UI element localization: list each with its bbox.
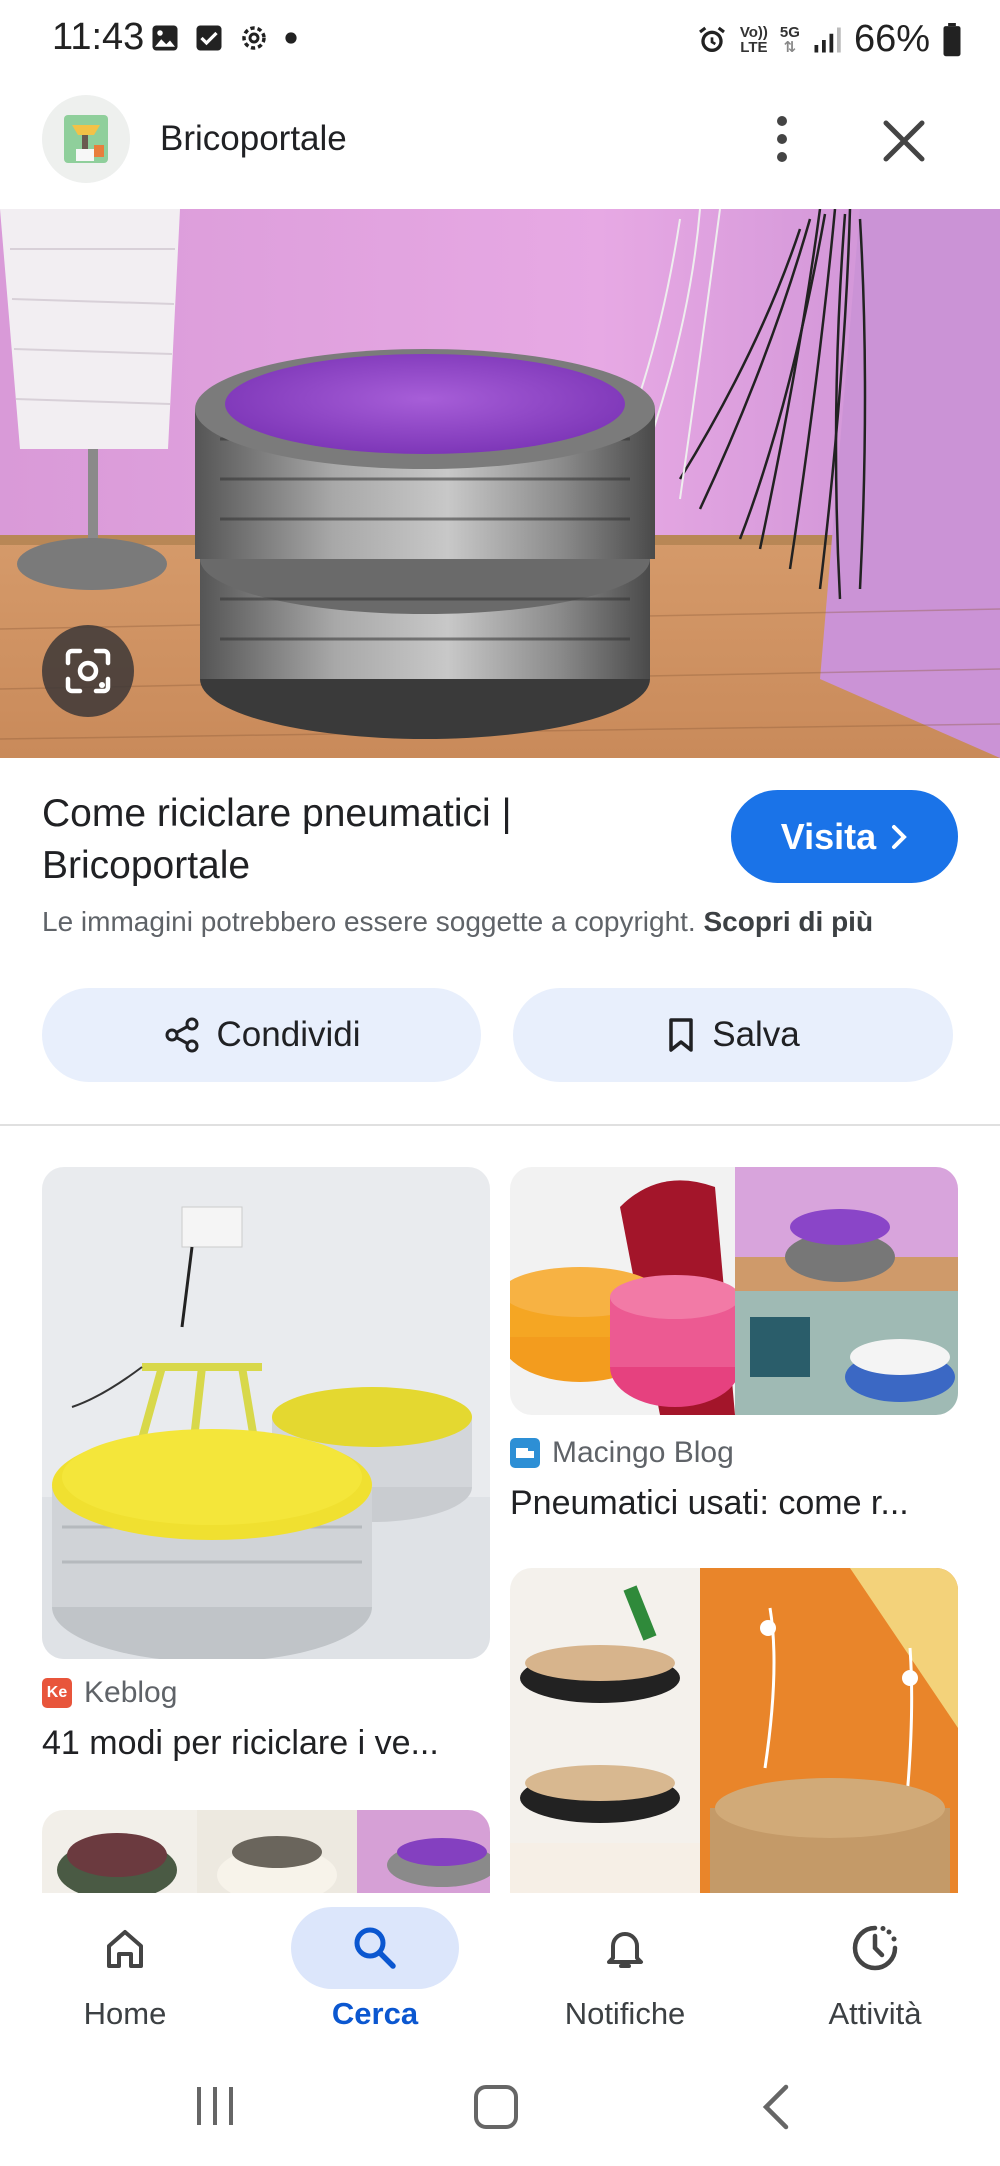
settings-icon <box>242 26 266 50</box>
nav-search[interactable]: Cerca <box>250 1893 500 2053</box>
battery-percent: 66% <box>853 18 930 60</box>
close-button[interactable] <box>872 109 936 173</box>
recent-apps-button[interactable] <box>185 2081 245 2131</box>
result-source-1[interactable]: Ke Keblog <box>42 1676 177 1710</box>
result-title[interactable]: Come riciclare pneumatici | Bricoportale <box>42 788 682 892</box>
related-image-1[interactable] <box>42 1167 490 1659</box>
result-title-2[interactable]: Pneumatici usati: come r... <box>510 1484 909 1523</box>
nav-home[interactable]: Home <box>0 1893 250 2053</box>
home-button[interactable] <box>468 2079 524 2135</box>
related-image-3[interactable] <box>42 1810 490 1893</box>
result-source-2[interactable]: Macingo Blog <box>510 1436 734 1470</box>
site-logo[interactable] <box>42 95 130 183</box>
volte-label: Vo)) <box>739 23 768 41</box>
source-name: Macingo Blog <box>552 1436 734 1469</box>
keblog-logo-icon: Ke <box>42 1678 72 1708</box>
home-icon <box>107 1930 143 1968</box>
lens-search-button[interactable] <box>42 625 134 717</box>
close-icon <box>883 120 925 162</box>
system-navigation-bar <box>0 2053 1000 2166</box>
site-name[interactable]: Bricoportale <box>160 119 347 159</box>
alarm-icon <box>698 26 725 52</box>
status-bar: 11:43 Vo)) LTE 5G ⇅ 66% <box>0 0 1000 82</box>
dot-icon <box>285 32 297 44</box>
status-time: 11:43 <box>52 16 145 58</box>
bottom-navigation: Home Cerca Notifiche Attività <box>0 1893 1000 2053</box>
nav-search-label: Cerca <box>331 1996 419 2031</box>
battery-icon <box>943 22 961 56</box>
source-name: Keblog <box>84 1676 178 1709</box>
visit-label: Visita <box>780 815 877 857</box>
network-label: 5G <box>779 23 800 41</box>
nav-home-label: Home <box>83 1996 167 2031</box>
related-image-4[interactable] <box>510 1568 958 1893</box>
site-header: Bricoportale <box>0 95 1000 187</box>
hero-image[interactable] <box>0 209 1000 758</box>
nav-notifications[interactable]: Notifiche <box>500 1893 750 2053</box>
share-button[interactable]: Condividi <box>42 988 481 1082</box>
search-icon <box>354 1927 396 1969</box>
macingo-logo-icon <box>510 1438 540 1468</box>
gallery-icon <box>152 25 178 51</box>
copyright-notice: Le immagini potrebbero essere soggette a… <box>42 906 873 938</box>
visit-button[interactable]: Visita <box>731 790 958 883</box>
save-button[interactable]: Salva <box>513 988 953 1082</box>
data-arrows-icon: ⇅ <box>783 38 797 56</box>
chevron-right-icon <box>892 824 908 849</box>
bell-icon <box>607 1932 643 1968</box>
result-title-1[interactable]: 41 modi per riciclare i ve... <box>42 1724 439 1763</box>
home-square-icon <box>474 2085 518 2129</box>
more-vert-icon <box>777 116 787 162</box>
save-label: Salva <box>712 1015 800 1054</box>
activity-icon <box>852 1925 898 1971</box>
signal-icon <box>814 27 841 52</box>
nav-activity[interactable]: Attività <box>750 1893 1000 2053</box>
related-image-2[interactable] <box>510 1167 958 1415</box>
bookmark-icon <box>669 1018 693 1052</box>
more-options-button[interactable] <box>752 109 812 169</box>
recent-apps-icon <box>197 2087 233 2125</box>
section-divider <box>0 1124 1000 1126</box>
copyright-text: Le immagini potrebbero essere soggette a… <box>42 906 696 937</box>
back-icon <box>762 2084 789 2130</box>
lte-label: LTE <box>740 38 768 56</box>
learn-more-link[interactable]: Scopri di più <box>704 906 874 937</box>
nav-activity-label: Attività <box>828 1996 922 2031</box>
share-label: Condividi <box>216 1015 361 1054</box>
nav-notifications-label: Notifiche <box>564 1996 686 2031</box>
lens-icon <box>65 648 111 694</box>
back-button[interactable] <box>752 2079 802 2135</box>
share-icon <box>165 1017 199 1053</box>
checkbox-icon <box>196 25 222 51</box>
